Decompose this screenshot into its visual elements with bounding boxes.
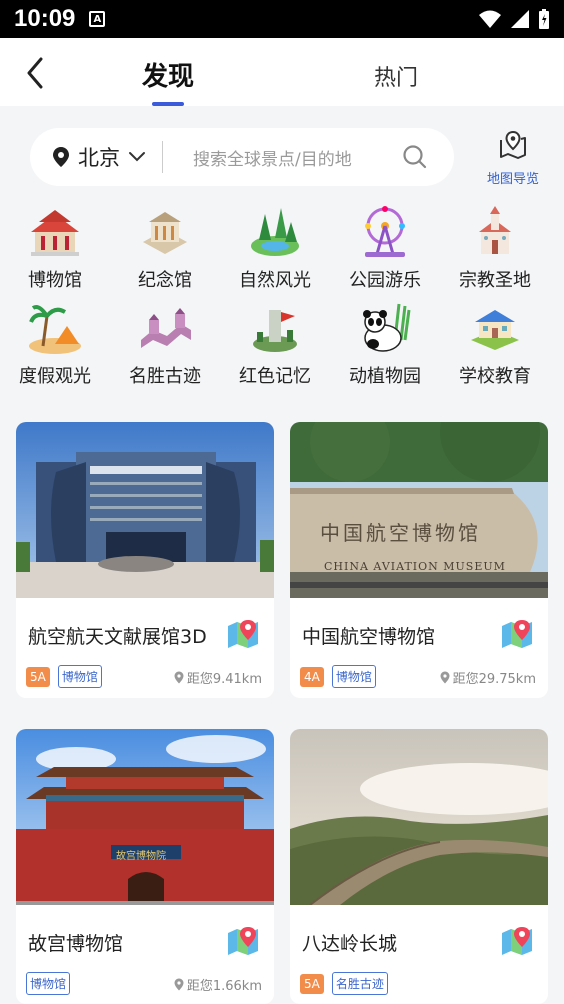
status-bar: 10:09 A	[0, 0, 564, 38]
red-memory-icon	[245, 300, 305, 356]
category-scenic[interactable]: 名胜古迹	[110, 300, 220, 388]
attraction-title: 中国航空博物馆	[302, 626, 436, 648]
category-label: 博物馆	[28, 270, 82, 291]
attraction-photo	[290, 729, 548, 905]
attraction-card[interactable]: 航空航天文献展馆3D 5A 博物馆 距您9.41km	[16, 422, 274, 698]
map-location-icon[interactable]	[226, 618, 260, 648]
category-school[interactable]: 学校教育	[440, 300, 550, 388]
category-park[interactable]: 公园游乐	[330, 204, 440, 292]
map-location-icon[interactable]	[500, 618, 534, 648]
map-location-icon[interactable]	[226, 925, 260, 955]
school-icon	[465, 300, 525, 356]
distance: 距您9.41km	[174, 668, 262, 687]
attraction-title: 故宫博物馆	[28, 933, 124, 955]
grade-badge: 4A	[300, 666, 324, 687]
type-tag: 名胜古迹	[331, 972, 388, 995]
category-resort[interactable]: 度假观光	[0, 300, 110, 388]
attraction-photo: 中国航空博物馆 CHINA AVIATION MUSEUM	[290, 422, 548, 598]
search-icon[interactable]	[402, 144, 428, 170]
category-label: 纪念馆	[138, 270, 192, 291]
signal-icon	[511, 10, 529, 28]
tab-discover[interactable]: 发现	[142, 56, 194, 93]
category-label: 度假观光	[19, 366, 91, 387]
category-red-memory[interactable]: 红色记忆	[220, 300, 330, 388]
memorial-icon	[135, 204, 195, 260]
photo-sign-cn: 中国航空博物馆	[320, 521, 481, 545]
distance-text: 距您9.41km	[186, 672, 262, 687]
notification-a-icon: A	[89, 11, 106, 27]
tab-hot[interactable]: 热门	[374, 60, 418, 92]
category-label: 红色记忆	[239, 366, 311, 387]
location-pin-icon	[53, 147, 69, 167]
distance: 距您1.66km	[174, 975, 262, 994]
category-label: 宗教圣地	[459, 270, 531, 291]
type-tag: 博物馆	[26, 972, 71, 995]
museum-icon	[25, 204, 85, 260]
attraction-card[interactable]: 故宫博物院 故宫博物馆 博物馆 距您1.66km	[16, 729, 274, 1004]
ferris-wheel-icon	[355, 204, 415, 260]
church-icon	[465, 204, 525, 260]
type-tag: 博物馆	[331, 665, 376, 688]
distance-text: 距您29.75km	[452, 672, 536, 687]
city-selector[interactable]: 北京	[78, 142, 120, 172]
category-nature[interactable]: 自然风光	[220, 204, 330, 292]
grade-badge: 5A	[300, 973, 324, 994]
grade-badge: 5A	[26, 666, 50, 687]
distance: 距您29.75km	[440, 668, 536, 687]
search-divider	[162, 141, 163, 173]
wifi-icon	[479, 10, 501, 28]
resort-icon	[25, 300, 85, 356]
distance-text: 距您1.66km	[186, 979, 262, 994]
back-button[interactable]	[18, 56, 52, 90]
search-input[interactable]: 搜索全球景点/目的地	[193, 145, 352, 170]
category-label: 动植物园	[349, 366, 421, 387]
location-pin-icon	[440, 671, 450, 684]
category-label: 名胜古迹	[129, 366, 201, 387]
great-wall-icon	[135, 300, 195, 356]
attraction-photo	[16, 422, 274, 598]
category-label: 公园游乐	[349, 270, 421, 291]
tag-row: 5A 博物馆	[26, 665, 102, 688]
category-label: 自然风光	[239, 270, 311, 291]
top-nav-bar: 发现 热门	[0, 38, 564, 106]
panda-icon	[355, 300, 415, 356]
search-bar[interactable]: 北京 搜索全球景点/目的地	[30, 128, 454, 186]
attraction-title: 航空航天文献展馆3D	[28, 626, 207, 648]
tag-row: 博物馆	[26, 972, 71, 995]
chevron-down-icon[interactable]	[128, 151, 146, 163]
category-museum[interactable]: 博物馆	[0, 204, 110, 292]
tag-row: 4A 博物馆	[300, 665, 376, 688]
location-pin-icon	[174, 671, 184, 684]
battery-icon	[539, 9, 549, 29]
nature-icon	[245, 204, 305, 260]
attraction-title: 八达岭长城	[302, 933, 398, 955]
type-tag: 博物馆	[57, 665, 102, 688]
map-pin-icon	[500, 130, 526, 159]
search-row: 北京 搜索全球景点/目的地 地图导览	[0, 106, 564, 202]
category-label: 学校教育	[459, 366, 531, 387]
status-icons	[478, 8, 550, 30]
chevron-left-icon	[27, 57, 43, 89]
photo-sign-cn: 故宫博物院	[116, 851, 166, 862]
category-memorial[interactable]: 纪念馆	[110, 204, 220, 292]
location-pin-icon	[174, 978, 184, 991]
attraction-card[interactable]: 八达岭长城 5A 名胜古迹	[290, 729, 548, 1004]
attraction-card[interactable]: 中国航空博物馆 CHINA AVIATION MUSEUM 中国航空博物馆 4A…	[290, 422, 548, 698]
map-location-icon[interactable]	[500, 925, 534, 955]
map-guide-label: 地图导览	[486, 172, 539, 187]
category-religion[interactable]: 宗教圣地	[440, 204, 550, 292]
map-guide-button[interactable]: 地图导览	[478, 130, 548, 187]
tag-row: 5A 名胜古迹	[300, 972, 388, 995]
photo-sign-en: CHINA AVIATION MUSEUM	[324, 560, 506, 573]
status-time: 10:09	[14, 5, 76, 32]
category-zoo[interactable]: 动植物园	[330, 300, 440, 388]
attraction-photo: 故宫博物院	[16, 729, 274, 905]
